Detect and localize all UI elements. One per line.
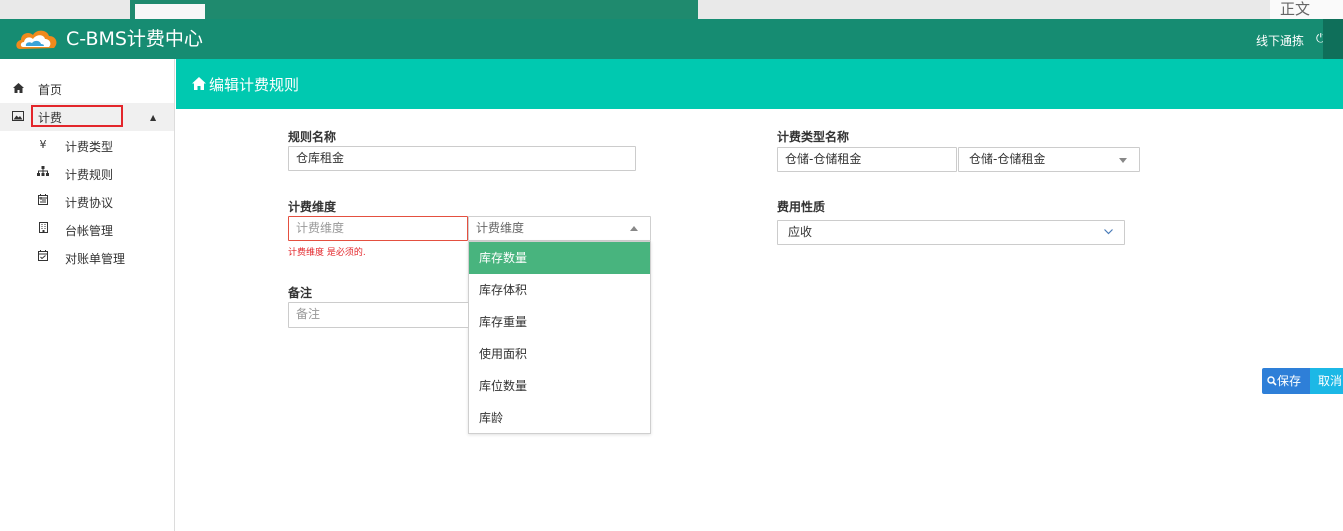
sidebar: 首页 计费 ▲ ¥ 计费类型 计费规则 计费协议 台帐管理 对账单管理: [0, 59, 175, 531]
sidebar-subitem-label: 计费规则: [65, 168, 114, 182]
billing-type-select[interactable]: 仓储-仓储租金: [958, 147, 1140, 172]
sidebar-item-label: 首页: [38, 82, 63, 97]
user-name[interactable]: 线下通拣: [1256, 32, 1304, 49]
save-button-label: 保存: [1277, 374, 1302, 388]
page-banner: 编辑计费规则: [176, 59, 1343, 109]
save-button[interactable]: 保存: [1262, 368, 1310, 394]
page-title: 编辑计费规则: [209, 76, 300, 94]
fee-nature-select[interactable]: 应收: [777, 220, 1125, 245]
top-header: C-BMS计费中心 线下通拣 ⏻: [0, 19, 1343, 59]
sidebar-item-home[interactable]: 首页: [0, 75, 174, 103]
billing-type-name-input[interactable]: 仓储-仓储租金: [777, 147, 957, 172]
dropdown-option[interactable]: 库龄: [469, 402, 650, 434]
sidebar-subitem-billing-agreement[interactable]: 计费协议: [0, 187, 174, 215]
background-page-tab: [135, 4, 205, 19]
header-corner: [1323, 19, 1343, 59]
dropdown-option[interactable]: 库位数量: [469, 370, 650, 402]
sitemap-icon: [36, 166, 50, 179]
chevron-down-icon: [1104, 229, 1113, 235]
background-page-tail: 正文: [1270, 0, 1343, 19]
highlight-annotation-box: [31, 105, 123, 127]
background-text: 正文: [1280, 0, 1311, 18]
dropdown-option[interactable]: 库存重量: [469, 306, 650, 338]
dimension-input[interactable]: 计费维度: [288, 216, 468, 241]
app-window: 正文 C-BMS计费中心 线下通拣 ⏻ 首页 计费 ▲ ¥ 计费类型 计费规则 …: [0, 0, 1343, 531]
dimension-error-message: 计费维度 是必须的.: [288, 248, 366, 258]
background-page-header: [130, 0, 698, 19]
building-icon: [36, 222, 50, 236]
cancel-button-label: 取消: [1318, 374, 1343, 388]
image-icon: [11, 110, 25, 124]
dimension-select[interactable]: 计费维度: [468, 216, 651, 241]
yen-icon: ¥: [39, 138, 47, 151]
calendar-icon: [36, 194, 50, 208]
brand-title: C-BMS计费中心: [66, 28, 203, 50]
search-icon: [1267, 376, 1277, 386]
cancel-button[interactable]: 取消: [1310, 368, 1343, 394]
calendar-check-icon: [36, 250, 50, 264]
dropdown-option[interactable]: 库存数量: [469, 242, 650, 274]
billing-type-name-label: 计费类型名称: [777, 130, 850, 144]
dimension-dropdown: 库存数量 库存体积 库存重量 使用面积 库位数量 库龄: [468, 241, 651, 434]
chevron-down-icon: [1119, 158, 1127, 163]
dropdown-option[interactable]: 使用面积: [469, 338, 650, 370]
remark-label: 备注: [288, 286, 313, 300]
home-icon: [192, 77, 206, 90]
sidebar-subitem-label: 计费协议: [65, 196, 114, 210]
home-icon: [11, 82, 25, 96]
fee-nature-label: 费用性质: [777, 200, 826, 214]
dropdown-option[interactable]: 库存体积: [469, 274, 650, 306]
rule-name-label: 规则名称: [288, 130, 337, 144]
sidebar-subitem-label: 计费类型: [65, 140, 114, 154]
sidebar-subitem-billing-type[interactable]: ¥ 计费类型: [0, 131, 174, 159]
sidebar-subitem-label: 对账单管理: [65, 252, 126, 266]
caret-up-icon: ▲: [150, 112, 157, 122]
cloud-logo-icon: [16, 30, 57, 49]
sidebar-subitem-billing-rules[interactable]: 计费规则: [0, 159, 174, 187]
rule-name-input[interactable]: 仓库租金: [288, 146, 636, 171]
chevron-up-icon: [630, 226, 638, 231]
remark-input[interactable]: 备注: [288, 302, 469, 328]
dimension-label: 计费维度: [288, 200, 337, 214]
billing-type-select-value: 仓储-仓储租金: [969, 152, 1046, 166]
sidebar-subitem-ledger[interactable]: 台帐管理: [0, 215, 174, 243]
sidebar-subitem-statement[interactable]: 对账单管理: [0, 243, 174, 271]
sidebar-subitem-label: 台帐管理: [65, 224, 114, 238]
